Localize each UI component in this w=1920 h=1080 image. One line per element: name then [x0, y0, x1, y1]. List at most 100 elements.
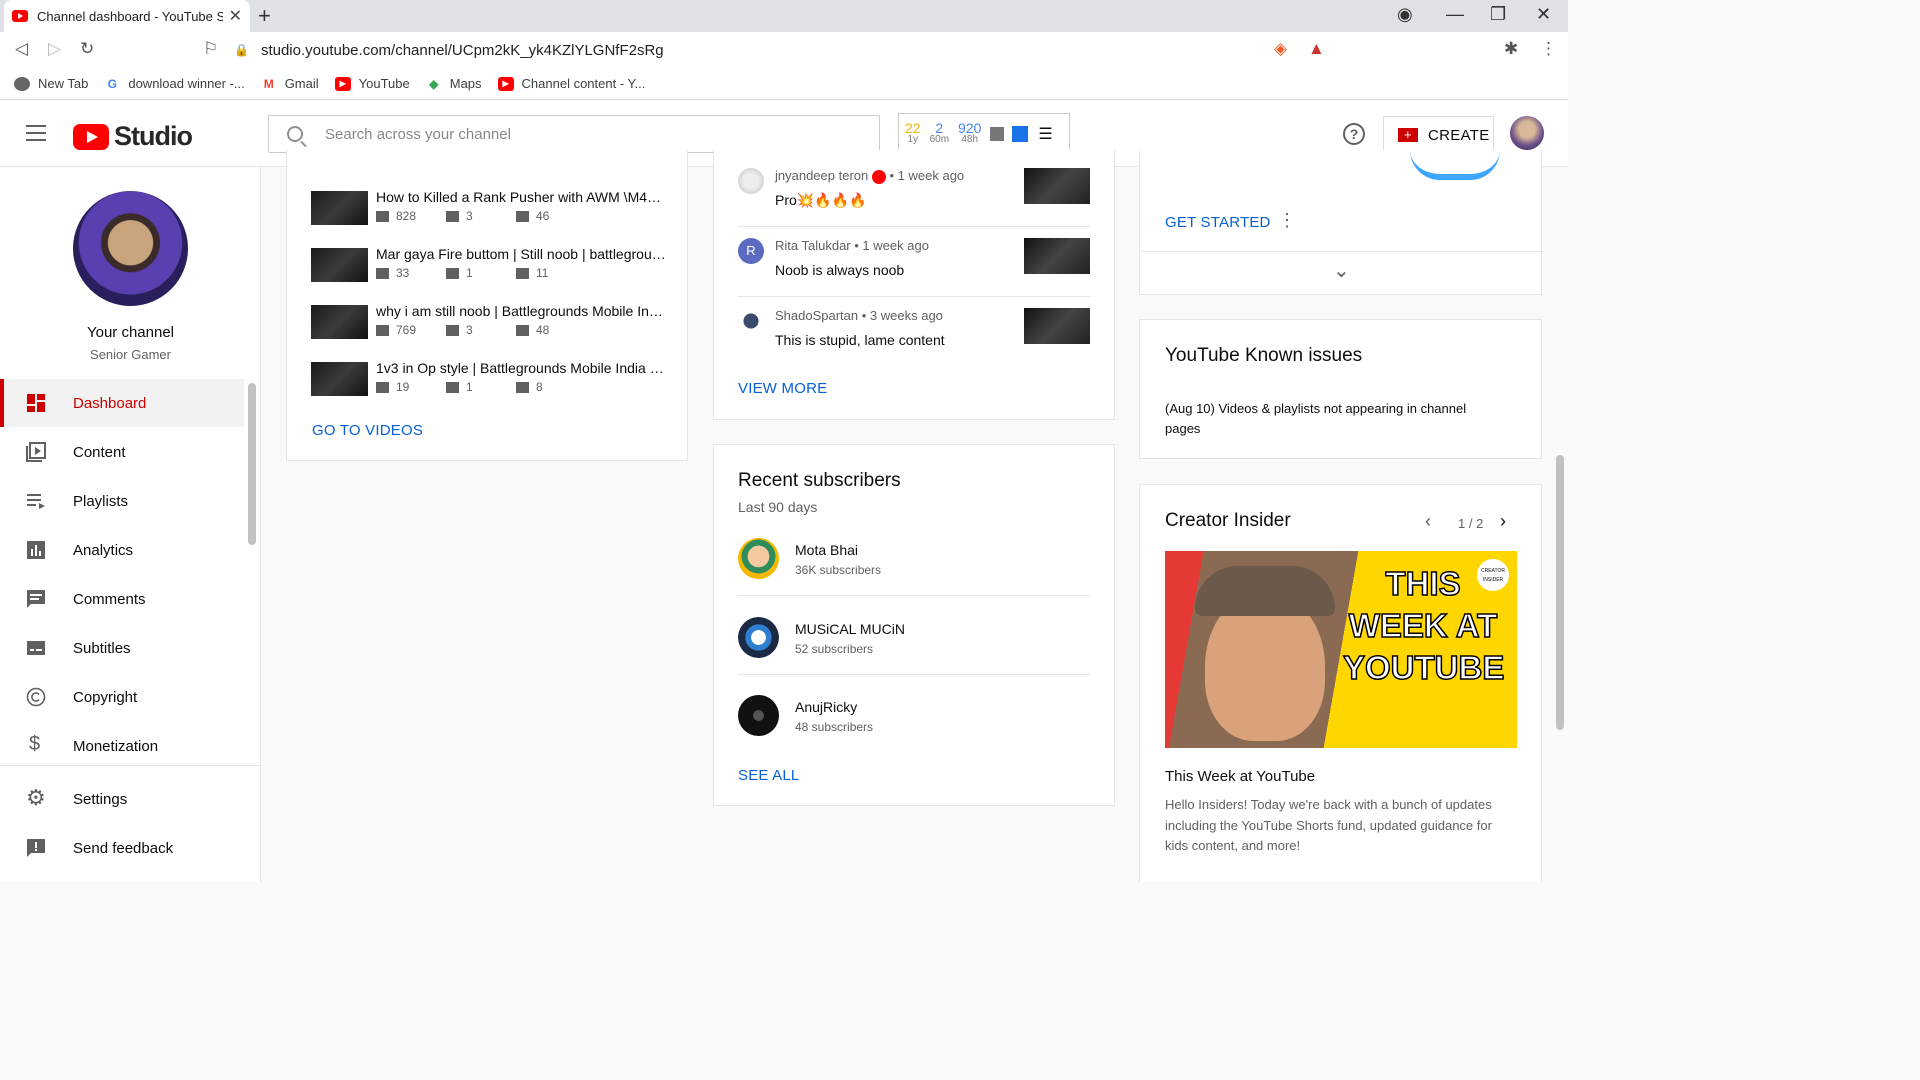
- account-avatar[interactable]: [1510, 116, 1544, 150]
- page-scrollbar[interactable]: [1556, 455, 1564, 730]
- restore-icon[interactable]: ❐: [1490, 4, 1506, 25]
- bookmark-maps[interactable]: ◆ Maps: [426, 76, 481, 91]
- video-thumbnail[interactable]: [311, 248, 368, 282]
- video-row[interactable]: Mar gaya Fire buttom | Still noob | batt…: [311, 246, 671, 282]
- comment-icon: [446, 324, 459, 336]
- prev-chevron-icon[interactable]: ‹: [1425, 511, 1431, 532]
- bar-chart-icon[interactable]: [990, 127, 1005, 141]
- subscriber-item[interactable]: Mota Bhai 36K subscribers: [738, 538, 1090, 598]
- list-menu-icon[interactable]: ☰: [1038, 124, 1052, 144]
- sidebar-item-dashboard[interactable]: Dashboard: [0, 379, 244, 427]
- brave-shield-icon[interactable]: ◈: [1274, 39, 1287, 59]
- create-button[interactable]: + CREATE: [1383, 116, 1494, 154]
- subtitles-icon: [27, 641, 45, 655]
- expand-chevron-icon[interactable]: ⌄: [1333, 258, 1350, 283]
- sidebar-item-subtitles[interactable]: Subtitles: [0, 624, 244, 672]
- comment-item[interactable]: R Rita Talukdar • 1 week ago Noob is alw…: [738, 238, 1090, 298]
- sidebar-item-comments[interactable]: Comments: [0, 575, 244, 623]
- sidebar-item-monetization[interactable]: $ Monetization: [0, 722, 244, 770]
- commenter-avatar[interactable]: [738, 168, 764, 194]
- bookmark-channel-content[interactable]: ▶ Channel content - Y...: [497, 76, 645, 91]
- comment-author[interactable]: jnyandeep teron: [775, 168, 868, 183]
- more-options-icon[interactable]: ⋮: [1278, 210, 1296, 231]
- video-row[interactable]: why i am still noob | Battlegrounds Mobi…: [311, 303, 671, 339]
- extension-logo-icon[interactable]: [1012, 126, 1029, 142]
- see-all-link[interactable]: SEE ALL: [738, 767, 799, 784]
- forward-icon[interactable]: ▷: [48, 39, 61, 59]
- sidebar-item-analytics[interactable]: Analytics: [0, 526, 244, 574]
- comment-video-thumbnail[interactable]: [1024, 238, 1090, 274]
- comment-author[interactable]: Rita Talukdar: [775, 238, 851, 253]
- comment-item[interactable]: jnyandeep teron • 1 week ago Pro💥🔥🔥🔥: [738, 168, 1090, 228]
- close-window-icon[interactable]: ✕: [1536, 4, 1551, 25]
- subscriber-name[interactable]: Mota Bhai: [795, 542, 858, 558]
- video-row[interactable]: How to Killed a Rank Pusher with AWM \M4…: [311, 189, 671, 225]
- comment-item[interactable]: ShadoSpartan • 3 weeks ago This is stupi…: [738, 308, 1090, 368]
- reload-icon[interactable]: ↻: [80, 39, 94, 59]
- address-bar[interactable]: 🔒 studio.youtube.com/channel/UCpm2kK_yk4…: [234, 36, 1264, 64]
- video-row[interactable]: 1v3 in Op style | Battlegrounds Mobile I…: [311, 360, 671, 396]
- like-icon: [516, 267, 529, 279]
- tab-title: Channel dashboard - YouTube Studio: [37, 8, 223, 24]
- your-channel-label: Your channel: [86, 324, 175, 341]
- help-icon[interactable]: ?: [1343, 123, 1365, 145]
- divider: [738, 595, 1090, 596]
- studio-logo[interactable]: Studio: [73, 121, 193, 152]
- known-issue-text: (Aug 10) Videos & playlists not appearin…: [1165, 401, 1467, 436]
- bookmark-new-tab[interactable]: New Tab: [14, 76, 88, 91]
- back-icon[interactable]: ◁: [15, 39, 28, 59]
- sidebar-item-content[interactable]: Content: [0, 428, 244, 476]
- bookmark-icon[interactable]: ⚐: [203, 39, 218, 59]
- comment-time: • 1 week ago: [854, 238, 929, 253]
- tab-search-icon[interactable]: ◉: [1397, 4, 1413, 25]
- video-title[interactable]: How to Killed a Rank Pusher with AWM \M4…: [376, 189, 666, 205]
- video-thumbnail[interactable]: [311, 362, 368, 396]
- go-to-videos-link[interactable]: GO TO VIDEOS: [312, 422, 423, 439]
- video-title[interactable]: 1v3 in Op style | Battlegrounds Mobile I…: [376, 360, 666, 376]
- videos-card: How to Killed a Rank Pusher with AWM \M4…: [286, 150, 688, 461]
- get-started-button[interactable]: GET STARTED: [1165, 214, 1271, 231]
- subscriber-name[interactable]: AnujRicky: [795, 699, 857, 715]
- subscriber-avatar[interactable]: [738, 538, 779, 579]
- next-chevron-icon[interactable]: ›: [1500, 511, 1506, 532]
- subscriber-avatar[interactable]: [738, 617, 779, 658]
- sidebar-item-copyright[interactable]: Copyright: [0, 673, 244, 721]
- extensions-icon[interactable]: ✱: [1504, 39, 1518, 59]
- bookmark-gmail[interactable]: M Gmail: [261, 76, 319, 91]
- hamburger-menu-icon[interactable]: [26, 125, 46, 141]
- video-title[interactable]: why i am still noob | Battlegrounds Mobi…: [376, 303, 666, 319]
- close-tab-icon[interactable]: ✕: [229, 6, 242, 26]
- brave-rewards-icon[interactable]: ▲: [1308, 39, 1325, 59]
- comment-author[interactable]: ShadoSpartan: [775, 308, 858, 323]
- sidebar-scrollbar[interactable]: [248, 383, 256, 545]
- comment-video-thumbnail[interactable]: [1024, 168, 1090, 204]
- bookmark-youtube[interactable]: ▶ YouTube: [334, 76, 410, 91]
- bookmark-download-winner[interactable]: Gdownload winner -...: [104, 76, 245, 91]
- video-thumbnail[interactable]: [311, 191, 368, 225]
- subscriber-item[interactable]: AnujRicky 48 subscribers: [738, 695, 1090, 755]
- like-icon: [516, 210, 529, 222]
- subscriber-name[interactable]: MUSiCAL MUCiN: [795, 621, 905, 637]
- sidebar-item-playlists[interactable]: Playlists: [0, 477, 244, 525]
- insider-video-title[interactable]: This Week at YouTube: [1165, 768, 1315, 785]
- video-thumbnail[interactable]: [311, 305, 368, 339]
- sidebar-item-send-feedback[interactable]: Send feedback: [0, 824, 244, 872]
- comment-video-thumbnail[interactable]: [1024, 308, 1090, 344]
- ext-stat-1y: 22 1y: [905, 120, 921, 145]
- browser-tab[interactable]: Channel dashboard - YouTube Studio ✕: [4, 0, 250, 32]
- commenter-avatar[interactable]: [738, 308, 764, 334]
- creator-insider-thumbnail[interactable]: THIS WEEK AT YOUTUBE CREATOR INSIDER: [1165, 551, 1517, 748]
- illustration-graphic: [1410, 150, 1500, 180]
- search-input[interactable]: Search across your channel: [268, 115, 880, 153]
- extension-stats-widget[interactable]: 22 1y 2 60m 920 48h ☰: [898, 113, 1070, 155]
- menu-icon[interactable]: ⋮: [1540, 39, 1557, 59]
- new-tab-icon[interactable]: +: [258, 3, 271, 29]
- subscriber-avatar[interactable]: [738, 695, 779, 736]
- video-title[interactable]: Mar gaya Fire buttom | Still noob | batt…: [376, 246, 666, 262]
- sidebar-item-settings[interactable]: ⚙ Settings: [0, 775, 244, 823]
- minimize-icon[interactable]: —: [1446, 4, 1464, 25]
- commenter-avatar[interactable]: R: [738, 238, 764, 264]
- subscriber-item[interactable]: MUSiCAL MUCiN 52 subscribers: [738, 617, 1090, 677]
- channel-avatar[interactable]: [73, 191, 188, 306]
- view-more-link[interactable]: VIEW MORE: [738, 380, 827, 397]
